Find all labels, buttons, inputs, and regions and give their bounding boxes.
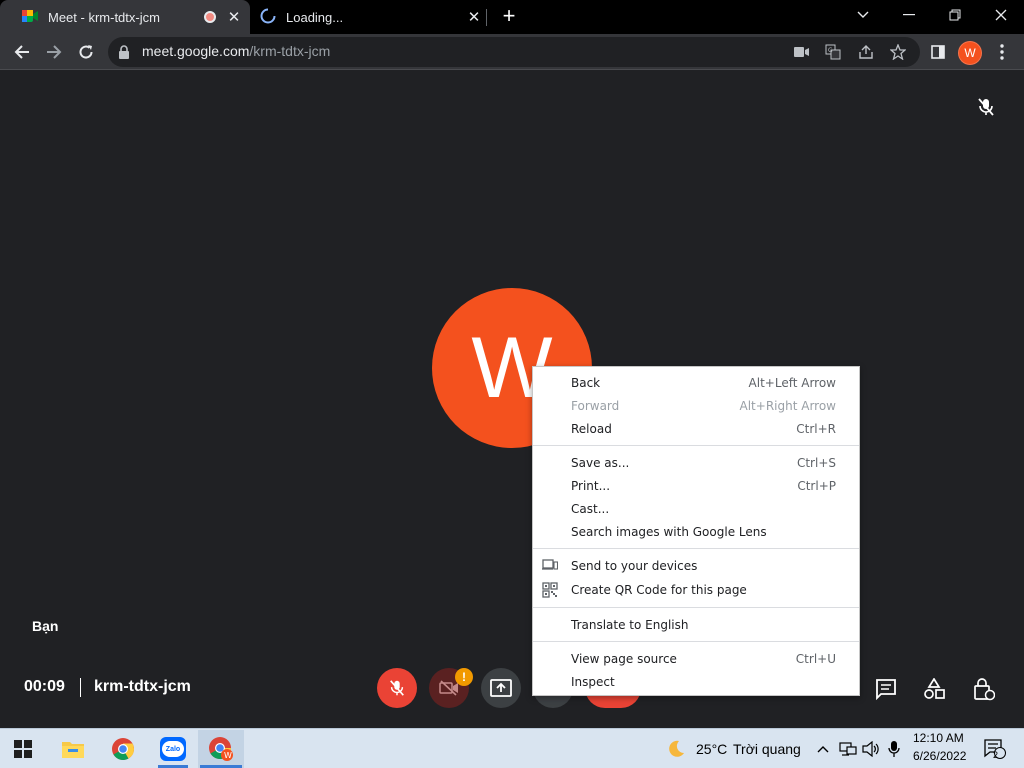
tab-search-icon[interactable] xyxy=(840,0,886,30)
tab-close-icon[interactable]: ✕ xyxy=(224,7,244,27)
devices-icon xyxy=(542,558,559,574)
chrome-profile-taskbar-icon[interactable]: W xyxy=(198,730,244,768)
zalo-taskbar-icon[interactable]: Zalo xyxy=(150,730,196,768)
menu-item-view-source[interactable]: View page source Ctrl+U xyxy=(533,648,859,671)
url-host: meet.google.com xyxy=(142,43,250,59)
menu-item-shortcut: Ctrl+R xyxy=(796,422,836,436)
menu-item-label: Cast... xyxy=(571,502,610,516)
tab-loading[interactable]: Loading... ✕ xyxy=(250,0,490,34)
clock-time[interactable]: 12:10 AM xyxy=(913,731,964,745)
menu-item-save-as[interactable]: Save as... Ctrl+S xyxy=(533,452,859,475)
restore-button[interactable] xyxy=(932,0,978,30)
menu-separator xyxy=(533,641,859,642)
menu-item-reload[interactable]: Reload Ctrl+R xyxy=(533,418,859,441)
meeting-timer: 00:09 xyxy=(24,678,65,695)
translate-icon[interactable]: G xyxy=(823,42,843,62)
tab-close-icon[interactable]: ✕ xyxy=(464,7,484,27)
file-explorer-taskbar-icon[interactable] xyxy=(50,730,96,768)
menu-item-label: Forward xyxy=(571,399,620,413)
recording-indicator-icon xyxy=(204,11,216,23)
volume-icon[interactable] xyxy=(861,739,881,759)
menu-item-translate[interactable]: Translate to English xyxy=(533,614,859,637)
menu-item-shortcut: Ctrl+U xyxy=(795,652,836,666)
network-icon[interactable] xyxy=(838,739,858,759)
side-panel-icon[interactable] xyxy=(924,38,952,66)
chat-icon[interactable] xyxy=(873,676,899,702)
forward-button[interactable] xyxy=(40,38,68,66)
windows-start-button[interactable] xyxy=(0,730,46,768)
weather-temperature[interactable]: 25°C xyxy=(696,741,727,757)
menu-item-create-qr-code[interactable]: Create QR Code for this page xyxy=(533,579,859,602)
menu-item-label: Save as... xyxy=(571,456,630,470)
menu-item-label: Reload xyxy=(571,422,612,436)
menu-separator xyxy=(533,548,859,549)
menu-item-label: View page source xyxy=(571,652,677,666)
menu-item-shortcut: Ctrl+P xyxy=(797,479,836,493)
tab-title: Loading... xyxy=(286,9,344,25)
menu-item-label: Search images with Google Lens xyxy=(571,525,767,539)
clock-date[interactable]: 6/26/2022 xyxy=(913,749,966,763)
menu-item-cast[interactable]: Cast... xyxy=(533,498,859,521)
lock-icon[interactable] xyxy=(118,45,130,64)
menu-item-shortcut: Alt+Left Arrow xyxy=(748,376,836,390)
share-icon[interactable] xyxy=(856,42,876,62)
context-menu: Back Alt+Left Arrow Forward Alt+Right Ar… xyxy=(532,366,860,696)
meet-favicon-icon xyxy=(22,9,38,26)
menu-item-label: Print... xyxy=(571,479,611,493)
menu-separator xyxy=(533,445,859,446)
weather-moon-icon[interactable] xyxy=(666,739,686,759)
loading-spinner-icon xyxy=(260,8,276,27)
windows-logo-icon xyxy=(14,740,32,758)
tab-meet[interactable]: Meet - krm-tdtx-jcm ✕ xyxy=(0,0,250,34)
menu-item-shortcut: Alt+Right Arrow xyxy=(739,399,836,413)
menu-item-label: Create QR Code for this page xyxy=(571,583,747,597)
camera-warning-badge: ! xyxy=(455,668,473,686)
menu-item-forward[interactable]: Forward Alt+Right Arrow xyxy=(533,395,859,418)
bookmark-star-icon[interactable] xyxy=(888,42,908,62)
show-hidden-icons-chevron-icon[interactable] xyxy=(813,739,833,759)
menu-item-send-to-devices[interactable]: Send to your devices xyxy=(533,555,859,578)
menu-item-label: Send to your devices xyxy=(571,559,698,573)
qr-code-icon xyxy=(542,582,558,598)
zalo-label: Zalo xyxy=(162,741,184,757)
svg-text:W: W xyxy=(224,751,232,760)
chrome-menu-icon[interactable] xyxy=(988,38,1016,66)
host-controls-icon[interactable] xyxy=(971,676,997,702)
camera-in-use-icon[interactable] xyxy=(792,42,812,62)
menu-item-label: Back xyxy=(571,376,601,390)
microphone-in-use-icon[interactable] xyxy=(884,739,904,759)
tab-divider xyxy=(486,9,487,26)
weather-description[interactable]: Trời quang xyxy=(733,741,801,757)
menu-item-label: Translate to English xyxy=(571,618,689,632)
menu-item-inspect[interactable]: Inspect xyxy=(533,671,859,694)
chrome-taskbar-icon[interactable] xyxy=(100,730,146,768)
divider xyxy=(80,678,81,697)
menu-item-back[interactable]: Back Alt+Left Arrow xyxy=(533,372,859,395)
present-screen-button[interactable] xyxy=(481,668,521,708)
menu-item-label: Inspect xyxy=(571,675,615,689)
mic-muted-indicator-icon xyxy=(976,97,996,122)
close-window-button[interactable] xyxy=(978,0,1024,30)
menu-separator xyxy=(533,607,859,608)
present-icon xyxy=(490,679,512,697)
participant-name: Bạn xyxy=(32,618,59,634)
mic-off-icon xyxy=(390,680,404,696)
url-text[interactable]: meet.google.com/krm-tdtx-jcm xyxy=(142,43,330,59)
menu-item-google-lens[interactable]: Search images with Google Lens xyxy=(533,521,859,544)
new-tab-button[interactable]: + xyxy=(497,5,521,29)
menu-item-shortcut: Ctrl+S xyxy=(796,456,836,470)
notification-count: 2 xyxy=(993,750,999,760)
activities-icon[interactable] xyxy=(921,676,947,702)
minimize-button[interactable] xyxy=(886,0,932,30)
back-button[interactable] xyxy=(8,38,36,66)
profile-avatar[interactable]: W xyxy=(958,41,982,65)
tab-title: Meet - krm-tdtx-jcm xyxy=(48,9,160,25)
svg-text:G: G xyxy=(828,47,833,54)
meeting-code: krm-tdtx-jcm xyxy=(94,678,191,695)
url-path: /krm-tdtx-jcm xyxy=(249,43,331,59)
reload-button[interactable] xyxy=(72,38,100,66)
menu-item-print[interactable]: Print... Ctrl+P xyxy=(533,475,859,498)
microphone-toggle-button[interactable] xyxy=(377,668,417,708)
